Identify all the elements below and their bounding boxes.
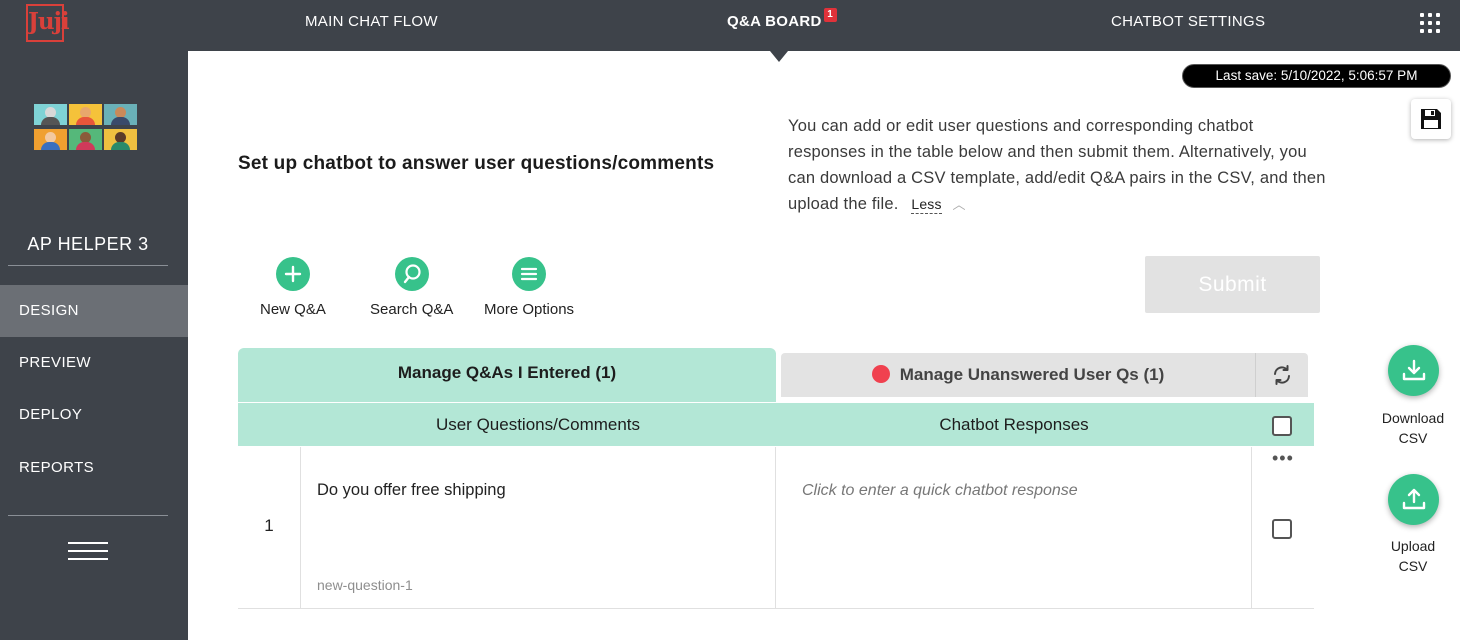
- hamburger-menu-icon[interactable]: [68, 542, 108, 562]
- avatar-person: [69, 104, 102, 125]
- avatar-person: [69, 129, 102, 150]
- response-cell[interactable]: Click to enter a quick chatbot response: [776, 447, 1252, 608]
- refresh-button[interactable]: [1255, 353, 1308, 397]
- alert-dot-icon: [871, 365, 890, 383]
- download-csv-label-line2: CSV: [1398, 430, 1428, 446]
- more-options-label: More Options: [484, 301, 575, 318]
- question-cell[interactable]: Do you offer free shipping new-question-…: [300, 447, 776, 608]
- sidebar-item-deploy[interactable]: DEPLOY: [0, 389, 188, 441]
- select-all-checkbox[interactable]: [1272, 416, 1292, 436]
- nav-main-chat-flow[interactable]: MAIN CHAT FLOW: [305, 13, 438, 30]
- sidebar: AP HELPER 3 DESIGN PREVIEW DEPLOY REPORT…: [0, 51, 188, 640]
- juji-logo[interactable]: Juji: [26, 4, 70, 42]
- upload-csv-label: Upload CSV: [1368, 536, 1458, 576]
- response-placeholder: Click to enter a quick chatbot response: [802, 482, 1078, 499]
- search-qa-label: Search Q&A: [370, 301, 454, 318]
- tab-unanswered-label: Manage Unanswered User Qs (1): [899, 365, 1165, 384]
- refresh-icon: [1274, 365, 1290, 385]
- sidebar-item-reports[interactable]: REPORTS: [0, 442, 188, 494]
- column-header-questions: User Questions/Comments: [435, 415, 641, 434]
- download-csv-label: Download CSV: [1368, 408, 1458, 448]
- avatar-person: [104, 104, 137, 125]
- sidebar-item-design[interactable]: DESIGN: [0, 285, 188, 337]
- upload-csv-label-line2: CSV: [1398, 558, 1428, 574]
- intro-description: You can add or edit user questions and c…: [788, 113, 1328, 218]
- download-csv-label-line1: Download: [1381, 410, 1445, 426]
- description-text: You can add or edit user questions and c…: [788, 117, 1326, 213]
- new-qa-button[interactable]: New Q&A: [260, 257, 326, 318]
- submit-button[interactable]: Submit: [1145, 256, 1320, 313]
- download-csv-button[interactable]: [1388, 345, 1439, 396]
- last-save-status: Last save: 5/10/2022, 5:06:57 PM: [1182, 64, 1451, 88]
- avatar-person: [34, 129, 67, 150]
- new-qa-label: New Q&A: [260, 301, 326, 318]
- active-tab-caret: [770, 51, 788, 62]
- tab-manage-unanswered[interactable]: Manage Unanswered User Qs (1): [781, 353, 1255, 397]
- top-navigation-bar: Juji MAIN CHAT FLOW Q&A BOARD 1 CHATBOT …: [0, 0, 1460, 51]
- sidebar-item-preview[interactable]: PREVIEW: [0, 337, 188, 389]
- nav-qa-board-label: Q&A BOARD: [727, 13, 822, 30]
- row-number: 1: [264, 516, 274, 535]
- notification-badge: 1: [823, 8, 837, 22]
- more-options-button[interactable]: More Options: [484, 257, 574, 318]
- avatar-robot: [34, 104, 67, 125]
- avatar-person: [104, 129, 137, 150]
- tab-manage-entered-qas[interactable]: Manage Q&As I Entered (1): [238, 348, 776, 402]
- question-id: new-question-1: [317, 577, 413, 593]
- plus-icon: [275, 257, 310, 291]
- table-header: User Questions/Comments Chatbot Response…: [238, 403, 1314, 446]
- less-toggle-link[interactable]: Less: [911, 195, 942, 214]
- more-horizontal-icon[interactable]: •••: [1272, 449, 1294, 467]
- search-qa-button[interactable]: Search Q&A: [370, 257, 453, 318]
- sidebar-divider: [8, 515, 168, 516]
- save-button[interactable]: [1411, 99, 1451, 139]
- upload-csv-label-line1: Upload: [1390, 538, 1436, 554]
- upload-csv-button[interactable]: [1388, 474, 1439, 525]
- download-icon: [1402, 359, 1426, 381]
- apps-grid-icon[interactable]: [1420, 13, 1440, 33]
- table-row: 1 Do you offer free shipping new-questio…: [238, 447, 1314, 609]
- chatbot-avatar-collage: [34, 104, 137, 150]
- upload-icon: [1402, 488, 1426, 510]
- column-header-responses: Chatbot Responses: [939, 415, 1089, 434]
- project-name: AP HELPER 3: [8, 234, 168, 266]
- chevron-up-icon[interactable]: ︿: [953, 192, 966, 218]
- nav-qa-board[interactable]: Q&A BOARD 1: [727, 8, 837, 30]
- page-heading: Set up chatbot to answer user questions/…: [238, 153, 715, 174]
- nav-chatbot-settings[interactable]: CHATBOT SETTINGS: [1111, 13, 1265, 30]
- search-icon: [394, 257, 429, 291]
- floppy-disk-icon: [1421, 109, 1441, 129]
- list-menu-icon: [512, 257, 547, 291]
- question-text: Do you offer free shipping: [317, 481, 506, 499]
- row-checkbox[interactable]: [1272, 519, 1292, 539]
